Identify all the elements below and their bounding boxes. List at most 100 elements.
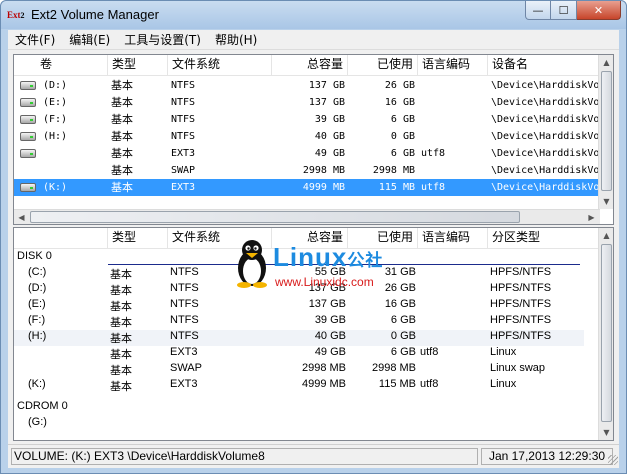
- column-header-device[interactable]: 设备名: [488, 55, 600, 76]
- volume-cell-total: 137 GB: [308, 97, 345, 108]
- maximize-button[interactable]: ☐: [551, 1, 577, 20]
- hard-drive-icon: [20, 115, 36, 124]
- hard-drive-icon: [20, 98, 36, 107]
- partition-cell-used: [350, 416, 416, 432]
- volume-cell-total: 39 GB: [314, 114, 345, 125]
- title-bar[interactable]: Ext2 Ext2 Volume Manager — ☐ ✕: [1, 1, 626, 29]
- disk-column-header-ptype[interactable]: 分区类型: [488, 228, 600, 249]
- column-header-type[interactable]: 类型: [108, 55, 168, 76]
- volume-row[interactable]: 基本 EXT3 49 GB 6 GB utf8 \Device\HarddiskVolum…: [14, 145, 600, 162]
- volume-cell-type: 基本: [111, 79, 133, 92]
- main-window: Ext2 Ext2 Volume Manager — ☐ ✕ 文件(F) 编辑(…: [0, 0, 627, 474]
- vscroll-thumb[interactable]: [601, 71, 612, 191]
- menu-edit[interactable]: 编辑(E): [62, 30, 117, 50]
- volume-cell-total: 2998 MB: [302, 165, 345, 176]
- partition-cell-vol: (K:): [28, 378, 46, 390]
- tux-penguin-icon: [237, 240, 267, 288]
- partition-cell-type: 基本: [110, 317, 132, 329]
- volume-cell-fs: NTFS: [171, 80, 196, 91]
- volume-list-vscrollbar[interactable]: ▲ ▼: [598, 55, 613, 209]
- partition-cell-total: 39 GB: [314, 314, 346, 326]
- scroll-right-icon[interactable]: ▶: [584, 210, 599, 224]
- menu-file[interactable]: 文件(F): [8, 30, 62, 50]
- volume-cell-used: 0 GB: [390, 131, 415, 142]
- partition-cell-codepage: utf8: [420, 378, 439, 390]
- volume-cell-type: 基本: [111, 130, 133, 143]
- column-header-total[interactable]: 总容量: [272, 55, 348, 76]
- partition-cell-type: 基本: [110, 301, 132, 313]
- partition-cell-used: 0 GB: [390, 330, 416, 342]
- volume-cell-fs: NTFS: [171, 114, 196, 125]
- scroll-left-icon[interactable]: ◀: [14, 210, 29, 224]
- partition-row[interactable]: (G:): [14, 416, 584, 432]
- close-button[interactable]: ✕: [577, 1, 621, 20]
- partition-cell-used: 2998 MB: [371, 362, 416, 374]
- volume-row[interactable]: 基本 SWAP 2998 MB 2998 MB \Device\HarddiskVolu…: [14, 162, 600, 179]
- volume-cell-vol: (E:): [43, 97, 68, 108]
- volume-cell-vol: (F:): [43, 114, 68, 125]
- vscroll-thumb[interactable]: [601, 244, 612, 422]
- volume-cell-type: 基本: [111, 96, 133, 109]
- column-header-codepage[interactable]: 语言编码: [418, 55, 488, 76]
- partition-cell-ptype: Linux: [490, 378, 517, 390]
- linuxidc-watermark: Linux公社 www.Linuxidc.com: [233, 238, 433, 294]
- volume-cell-codepage: [418, 77, 488, 94]
- menu-tools[interactable]: 工具与设置(T): [117, 30, 208, 50]
- partition-cell-used: 16 GB: [384, 298, 416, 310]
- partition-row[interactable]: (F:) 基本 NTFS 39 GB 6 GB HPFS/NTFS: [14, 314, 584, 330]
- volume-cell-total: 40 GB: [314, 131, 345, 142]
- partition-cell-vol: (H:): [28, 330, 47, 342]
- menu-help[interactable]: 帮助(H): [208, 30, 264, 50]
- partition-cell-total: 40 GB: [314, 330, 346, 342]
- column-header-fs[interactable]: 文件系统: [168, 55, 272, 76]
- partition-cell-vol: [28, 362, 108, 378]
- partition-cell-ptype: HPFS/NTFS: [490, 282, 552, 294]
- scroll-down-icon[interactable]: ▼: [599, 194, 613, 209]
- volume-row[interactable]: (E:) 基本 NTFS 137 GB 16 GB \Device\HarddiskVol…: [14, 94, 600, 111]
- menu-bar: 文件(F) 编辑(E) 工具与设置(T) 帮助(H): [8, 30, 619, 50]
- volume-cell-codepage: [418, 94, 488, 111]
- column-header-vol[interactable]: 卷: [14, 55, 108, 76]
- ext2-app-icon[interactable]: Ext2: [7, 7, 25, 23]
- app-icon-text: Ext: [7, 10, 21, 20]
- volume-cell-vol: (K:): [43, 182, 68, 193]
- partition-cell-total: 137 GB: [308, 298, 346, 310]
- partition-cell-used: 6 GB: [390, 314, 416, 326]
- volume-cell-used: 26 GB: [384, 80, 415, 91]
- volume-cell-codepage: utf8: [421, 148, 446, 159]
- resize-grip-icon[interactable]: [608, 455, 618, 465]
- partition-cell-type: 基本: [110, 365, 132, 377]
- volume-row-selected[interactable]: (K:) 基本 EXT3 4999 MB 115 MB utf8 \Device\Hardd…: [14, 179, 600, 196]
- scroll-up-icon[interactable]: ▲: [599, 55, 613, 70]
- volume-row[interactable]: (F:) 基本 NTFS 39 GB 6 GB \Device\HarddiskVolum…: [14, 111, 600, 128]
- disk-group-label: CDROM 0: [17, 400, 68, 412]
- hscroll-thumb[interactable]: [30, 211, 520, 223]
- volume-row[interactable]: (D:) 基本 NTFS 137 GB 26 GB \Device\HarddiskVol…: [14, 77, 600, 94]
- volume-cell-fs: EXT3: [171, 182, 196, 193]
- partition-cell-vol: (F:): [28, 314, 46, 326]
- disk-column-header-vol[interactable]: [14, 228, 108, 249]
- partition-row[interactable]: (K:) 基本 EXT3 4999 MB 115 MB utf8 Linux: [14, 378, 584, 394]
- hard-drive-icon: [20, 149, 36, 158]
- partition-cell-fs: SWAP: [170, 362, 202, 374]
- watermark-logo-suffix: 公社: [347, 251, 384, 271]
- scroll-up-icon[interactable]: ▲: [599, 228, 613, 243]
- scroll-down-icon[interactable]: ▼: [599, 425, 613, 440]
- volume-row[interactable]: (H:) 基本 NTFS 40 GB 0 GB \Device\HarddiskVolum…: [14, 128, 600, 145]
- partition-row[interactable]: 基本 SWAP 2998 MB 2998 MB Linux swap: [14, 362, 584, 378]
- disk-list-vscrollbar[interactable]: ▲ ▼: [598, 228, 613, 440]
- disk-column-header-type[interactable]: 类型: [108, 228, 168, 249]
- column-header-used[interactable]: 已使用: [348, 55, 418, 76]
- partition-cell-ptype: HPFS/NTFS: [490, 298, 552, 310]
- partition-row[interactable]: 基本 EXT3 49 GB 6 GB utf8 Linux: [14, 346, 584, 362]
- volume-cell-codepage: [418, 111, 488, 128]
- volume-cell-total: 4999 MB: [302, 182, 345, 193]
- partition-row[interactable]: (E:) 基本 NTFS 137 GB 16 GB HPFS/NTFS: [14, 298, 584, 314]
- volume-list-hscrollbar[interactable]: ◀ ▶: [14, 209, 600, 224]
- minimize-button[interactable]: —: [525, 1, 551, 20]
- volume-cell-fs: SWAP: [171, 165, 196, 176]
- volume-list[interactable]: 卷类型 文件系统 总容量 已使用 语言编码 设备名 (D:) 基本 NTFS 137 GB 26 …: [13, 54, 614, 225]
- partition-cell-total: 49 GB: [314, 346, 346, 358]
- partition-cell-vol: (E:): [28, 298, 46, 310]
- partition-row[interactable]: (H:) 基本 NTFS 40 GB 0 GB HPFS/NTFS: [14, 330, 584, 346]
